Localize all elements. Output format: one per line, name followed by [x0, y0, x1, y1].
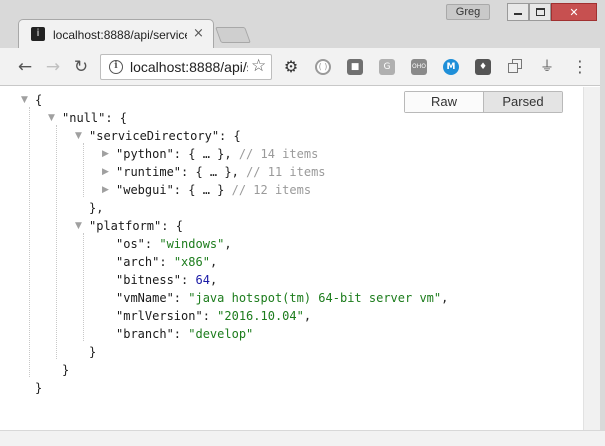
- collapse-triangle-icon[interactable]: ▼: [48, 109, 55, 127]
- indent-guide: [83, 233, 84, 341]
- copy-extension-icon[interactable]: [507, 59, 523, 75]
- bookmark-star-icon[interactable]: ☆: [251, 56, 266, 76]
- json-platform-entry: "os": "windows",: [116, 237, 232, 251]
- menu-icon[interactable]: ⋮: [572, 57, 588, 77]
- back-button[interactable]: ←: [14, 56, 36, 78]
- window-right-border: [600, 48, 605, 446]
- title-bar: Greg ✕ i localhost:8888/api/service ×: [0, 0, 605, 49]
- expand-triangle-icon[interactable]: ▶: [102, 163, 109, 181]
- json-platform-line: "platform": {: [89, 219, 183, 233]
- browser-toolbar: ← → ↻ i localhost:8888/api/service ☆ ⚙ (…: [0, 48, 605, 86]
- dark-extension-icon[interactable]: OHO: [411, 59, 427, 75]
- m-bubble-extension-icon[interactable]: M: [443, 59, 459, 75]
- plug-extension-icon[interactable]: ⏚: [539, 59, 555, 75]
- indent-guide: [56, 125, 57, 359]
- json-platform-entry: "arch": "x86",: [116, 255, 218, 269]
- browser-tab[interactable]: i localhost:8888/api/service ×: [18, 19, 214, 49]
- collapse-triangle-icon[interactable]: ▼: [75, 217, 82, 235]
- json-close-brace: },: [89, 201, 104, 215]
- tab-title: localhost:8888/api/service: [53, 28, 187, 42]
- profile-badge[interactable]: Greg: [446, 4, 490, 20]
- gear-icon[interactable]: ⚙: [283, 59, 299, 75]
- collapse-triangle-icon[interactable]: ▼: [21, 91, 28, 109]
- expand-triangle-icon[interactable]: ▶: [102, 145, 109, 163]
- json-platform-entry: "vmName": "java hotspot(tm) 64-bit serve…: [116, 291, 449, 305]
- indent-guide: [83, 143, 84, 197]
- shield-extension-icon[interactable]: ■: [347, 59, 363, 75]
- close-icon: ✕: [569, 5, 579, 19]
- json-platform-entry: "mrlVersion": "2016.10.04",: [116, 309, 312, 323]
- json-platform-entry: "bitness": 64,: [116, 273, 218, 287]
- raw-button[interactable]: Raw: [405, 92, 483, 112]
- circle-extension-icon[interactable]: ( ): [315, 59, 331, 75]
- url-input[interactable]: localhost:8888/api/service: [130, 59, 248, 75]
- json-close-brace: }: [35, 381, 43, 395]
- vertical-scrollbar[interactable]: [583, 87, 600, 430]
- address-bar[interactable]: i localhost:8888/api/service ☆: [100, 54, 272, 80]
- reload-button[interactable]: ↻: [70, 56, 92, 78]
- minimize-icon: [508, 4, 528, 20]
- tab-close-icon[interactable]: ×: [193, 26, 204, 41]
- json-close-brace: }: [89, 345, 97, 359]
- collapse-triangle-icon[interactable]: ▼: [75, 127, 82, 145]
- json-root-open: {: [35, 93, 43, 107]
- json-servicedirectory-line: "serviceDirectory": {: [89, 129, 241, 143]
- json-null-line: "null": {: [62, 111, 128, 125]
- site-info-icon[interactable]: i: [109, 60, 123, 74]
- new-tab-button[interactable]: [215, 27, 251, 43]
- json-platform-entry: "branch": "develop": [116, 327, 254, 341]
- close-window-button[interactable]: ✕: [551, 3, 597, 21]
- window-bottom-border: [0, 430, 605, 446]
- json-viewer: Raw Parsed ▼ { ▼ "null": { ▼ "serviceDir…: [0, 87, 583, 430]
- forward-button[interactable]: →: [42, 56, 64, 78]
- minimize-button[interactable]: [507, 3, 529, 21]
- g-extension-icon[interactable]: G: [379, 59, 395, 75]
- maximize-icon: [530, 4, 550, 20]
- json-collapsed-line: "webgui": { … } // 12 items: [116, 183, 312, 197]
- bulb-extension-icon[interactable]: ♦: [475, 59, 491, 75]
- json-collapsed-line: "python": { … }, // 14 items: [116, 147, 319, 161]
- maximize-button[interactable]: [529, 3, 551, 21]
- indent-guide: [29, 107, 30, 377]
- json-close-brace: }: [62, 363, 70, 377]
- parsed-button[interactable]: Parsed: [483, 92, 562, 112]
- json-collapsed-line: "runtime": { … }, // 11 items: [116, 165, 326, 179]
- expand-triangle-icon[interactable]: ▶: [102, 181, 109, 199]
- view-mode-toggle: Raw Parsed: [404, 91, 563, 113]
- favicon-icon: i: [31, 27, 45, 41]
